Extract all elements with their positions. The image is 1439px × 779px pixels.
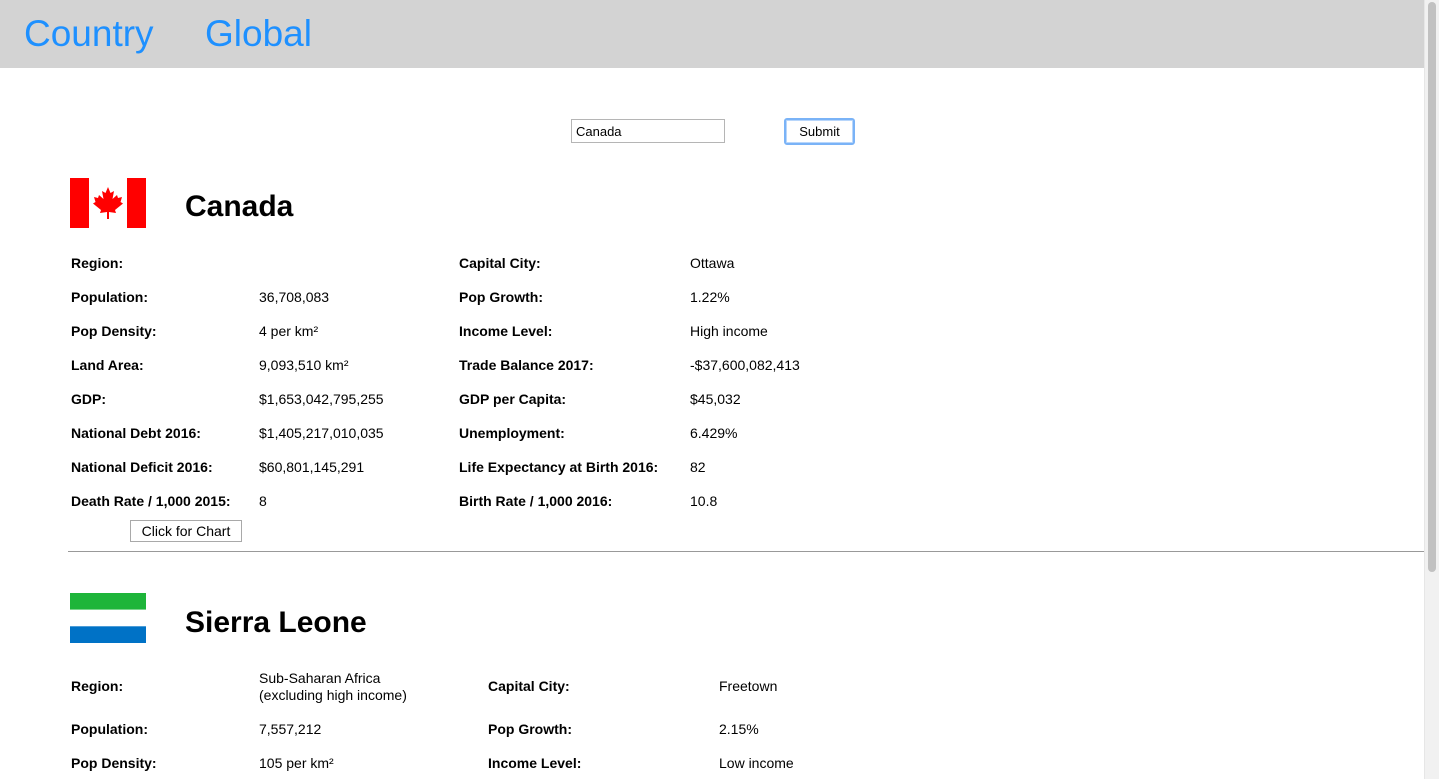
label-unemployment: Unemployment: — [459, 425, 565, 441]
label-income-level: Income Level: — [459, 323, 553, 339]
country-search-input[interactable] — [571, 119, 725, 143]
click-for-chart-button[interactable]: Click for Chart — [130, 520, 242, 542]
label-death-rate: Death Rate / 1,000 2015: — [71, 493, 231, 509]
value-region-line2: (excluding high income) — [259, 687, 407, 703]
country-name-canada: Canada — [185, 190, 294, 223]
label-capital: Capital City: — [459, 255, 541, 271]
vertical-scrollbar[interactable] — [1424, 0, 1439, 779]
label-gdp-per-capita: GDP per Capita: — [459, 391, 567, 407]
value-land-area: 9,093,510 km² — [259, 357, 349, 373]
label-trade-balance: Trade Balance 2017: — [459, 357, 594, 373]
value-trade-balance: -$37,600,082,413 — [690, 357, 800, 373]
value-capital: Freetown — [719, 678, 778, 694]
label-pop-density: Pop Density: — [71, 323, 157, 339]
value-income-level: High income — [690, 323, 768, 339]
sierra-leone-flag-icon — [70, 593, 146, 643]
label-pop-density: Pop Density: — [71, 755, 157, 771]
value-birth-rate: 10.8 — [690, 493, 718, 509]
value-capital: Ottawa — [690, 255, 735, 271]
scrollbar-thumb[interactable] — [1428, 2, 1436, 572]
nav-country-link[interactable]: Country — [24, 12, 154, 56]
label-life-expectancy: Life Expectancy at Birth 2016: — [459, 459, 659, 475]
label-national-debt: National Debt 2016: — [71, 425, 201, 441]
label-income-level: Income Level: — [488, 755, 582, 771]
value-pop-density: 4 per km² — [259, 323, 319, 339]
label-region: Region: — [71, 678, 124, 694]
value-pop-growth: 2.15% — [719, 721, 759, 737]
label-gdp: GDP: — [71, 391, 106, 407]
value-gdp-per-capita: $45,032 — [690, 391, 741, 407]
value-unemployment: 6.429% — [690, 425, 738, 441]
label-pop-growth: Pop Growth: — [488, 721, 572, 737]
value-population: 36,708,083 — [259, 289, 330, 305]
value-gdp: $1,653,042,795,255 — [259, 391, 384, 407]
value-pop-density: 105 per km² — [259, 755, 334, 771]
value-region-line1: Sub-Saharan Africa — [259, 670, 381, 686]
label-population: Population: — [71, 721, 148, 737]
value-income-level: Low income — [719, 755, 794, 771]
label-capital: Capital City: — [488, 678, 570, 694]
country-name-sierra-leone: Sierra Leone — [185, 606, 367, 639]
label-population: Population: — [71, 289, 148, 305]
label-land-area: Land Area: — [71, 357, 144, 373]
canada-flag-icon — [70, 178, 146, 228]
value-population: 7,557,212 — [259, 721, 322, 737]
label-region: Region: — [71, 255, 124, 271]
value-national-deficit: $60,801,145,291 — [259, 459, 365, 475]
nav-global-link[interactable]: Global — [205, 12, 312, 56]
value-death-rate: 8 — [259, 493, 267, 509]
value-pop-growth: 1.22% — [690, 289, 730, 305]
label-national-deficit: National Deficit 2016: — [71, 459, 213, 475]
label-birth-rate: Birth Rate / 1,000 2016: — [459, 493, 613, 509]
top-nav: Country Global — [0, 0, 1424, 68]
section-divider — [68, 551, 1424, 552]
value-national-debt: $1,405,217,010,035 — [259, 425, 384, 441]
value-life-expectancy: 82 — [690, 459, 706, 475]
submit-button[interactable]: Submit — [784, 118, 855, 145]
label-pop-growth: Pop Growth: — [459, 289, 543, 305]
